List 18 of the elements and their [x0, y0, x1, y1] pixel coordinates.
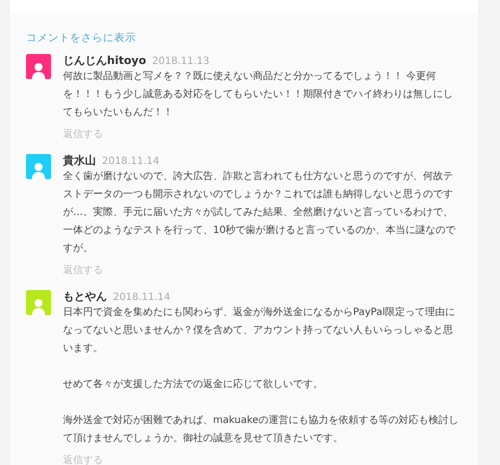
reply-link[interactable]: 返信する: [63, 263, 103, 277]
comment-text: 海外送金で対応が困難であれば、makuakeの運営にも協力を依頼する等の対応も検討して頂けませんでしょうか。御社の誠意を見せて頂きたいです。: [63, 414, 460, 446]
user-icon: [32, 162, 45, 179]
comment-text: せめて各々が支援した方法での返金に応じて欲しいです。: [63, 378, 324, 392]
more-comments-link[interactable]: コメントをさらに表示: [26, 31, 136, 45]
user-icon: [32, 298, 45, 315]
comment-text: 全く歯が磨けないので、誇大広告、詐欺と言われても仕方ないと思うのですが、何故テストデータの一つも開示されないのでしょうか？これでは誰も納得しないと思うのですが…。実際、手元に届いた方々が試してみた結果、全然磨けないと言っているわけで、一体どのようなテストを行って、10秒で歯が磨けると言っているのか、本当に謎なのですが。: [63, 170, 457, 256]
author-name: もとやん: [63, 289, 107, 304]
author-name: 貴水山: [63, 153, 96, 168]
comment-date: 2018.11.14: [102, 156, 160, 167]
reply-link[interactable]: 返信する: [63, 127, 103, 141]
comment-text: 日本円で資金を集めたにも関わらず、返金が海外送金になるからPayPal限定って理由になってないと思いませんか？僕を含めて、アカウント持ってない人もいらっしゃると思います。: [63, 306, 456, 356]
comment-date: 2018.11.14: [113, 292, 170, 303]
user-icon: [32, 62, 45, 79]
comment-date: 2018.11.13: [152, 56, 210, 67]
reply-link[interactable]: 返信する: [63, 453, 103, 465]
author-name: じんじんhitoyo: [63, 53, 146, 68]
comment-text: 何故に製品動画と写メを？？既に使えない商品だと分かってるでしょう！！ 今更何を！！！もう少し誠意ある対応をしてもらいたい！！期限付きでハイ終わりは無しにしてもらいたいもんだ！！: [63, 70, 454, 120]
